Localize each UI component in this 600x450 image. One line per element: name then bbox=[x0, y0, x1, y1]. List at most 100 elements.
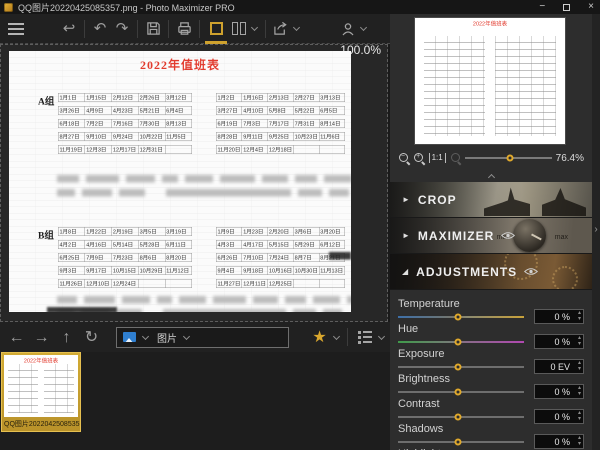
favorite-chevron-icon[interactable] bbox=[332, 332, 341, 340]
maximizer-visibility-eye-icon[interactable] bbox=[501, 227, 516, 245]
date-cell: 12月11日 bbox=[241, 279, 268, 288]
spinner-arrows-icon[interactable]: ▴ ▾ bbox=[578, 410, 581, 422]
actual-size-button[interactable]: 1:1 bbox=[428, 153, 446, 163]
zoom-slider[interactable] bbox=[465, 154, 552, 162]
crop-section-header[interactable]: ► CROP bbox=[390, 182, 592, 218]
redo-button[interactable]: ↷ bbox=[111, 18, 133, 40]
maximizer-collapsed-arrow-icon: ► bbox=[402, 231, 410, 240]
spinner-arrows-icon[interactable]: ▴ ▾ bbox=[578, 310, 581, 322]
adjustment-slider[interactable] bbox=[398, 413, 524, 420]
single-view-button[interactable] bbox=[204, 14, 228, 44]
adjustment-slider-handle[interactable] bbox=[454, 388, 462, 395]
folder-up-button[interactable]: ↑ bbox=[54, 326, 79, 348]
group-a-left-table: 1月1日 1月15日 2月12日 2月26日 3月12日 3月26日 4月9日 4月23日 5月… bbox=[57, 93, 193, 158]
date-cell: 9月3日 bbox=[57, 266, 86, 275]
adjustments-visibility-eye-icon[interactable] bbox=[524, 263, 539, 281]
image-file-icon bbox=[123, 332, 136, 342]
adjustments-section-header[interactable]: ◢ ADJUSTMENTS bbox=[390, 254, 592, 290]
save-button[interactable] bbox=[142, 18, 164, 40]
adjustment-slider-handle[interactable] bbox=[454, 413, 462, 420]
split-view-button[interactable] bbox=[228, 18, 250, 40]
refresh-button[interactable]: ↻ bbox=[79, 326, 104, 348]
adjustment-slider-handle[interactable] bbox=[454, 313, 462, 320]
image-canvas[interactable]: 100.0% 2022年值班表 A组 1月1日 1月15日 2月12日 2月26日 3月… bbox=[0, 44, 388, 322]
date-cell: 5月29日 bbox=[293, 240, 320, 249]
next-image-button[interactable]: → bbox=[29, 326, 54, 348]
undo-button[interactable]: ↶ bbox=[89, 18, 111, 40]
maximize-button[interactable] bbox=[563, 3, 571, 11]
share-button[interactable] bbox=[270, 18, 292, 40]
zoom-slider-handle[interactable] bbox=[506, 154, 514, 162]
back-button[interactable]: ↩ bbox=[58, 18, 80, 40]
date-cell: 6月18日 bbox=[57, 119, 86, 128]
date-cell: 10月22日 bbox=[138, 132, 166, 141]
adjustment-slider[interactable] bbox=[398, 363, 524, 370]
adjustment-value-box[interactable]: 0 % ▴ ▾ bbox=[534, 309, 584, 324]
collapse-preview-chevron-icon[interactable] bbox=[487, 173, 495, 181]
date-cell: 12月3日 bbox=[84, 145, 112, 154]
previous-image-button[interactable]: ← bbox=[4, 326, 29, 348]
menu-icon[interactable] bbox=[8, 22, 24, 35]
zoom-out-icon[interactable]: − bbox=[398, 152, 409, 164]
selected-thumbnail[interactable]: 2022年值班表 QQ图片20220425085357... bbox=[1, 352, 81, 432]
zoom-in-icon[interactable]: + bbox=[413, 152, 424, 164]
single-view-icon bbox=[209, 22, 223, 35]
panel-collapse-chevron-icon[interactable]: › bbox=[594, 224, 597, 235]
adjustment-value-box[interactable]: 0 % ▴ ▾ bbox=[534, 434, 584, 449]
panel-collapse-strip[interactable]: › bbox=[592, 14, 600, 450]
favorite-filter-button[interactable]: ★ bbox=[307, 326, 332, 348]
share-chevron-icon[interactable] bbox=[292, 23, 301, 32]
date-cell: 12月17日 bbox=[111, 145, 139, 154]
date-cell: 8月14日 bbox=[318, 119, 346, 128]
account-button[interactable] bbox=[337, 18, 359, 40]
maximizer-section-header[interactable]: min max ► MAXIMIZER bbox=[390, 218, 592, 254]
split-view-chevron-icon[interactable] bbox=[250, 23, 259, 32]
sort-chevron-icon[interactable] bbox=[377, 332, 386, 340]
adjustment-group: Hue 0 % ▴ ▾ bbox=[398, 323, 584, 349]
sort-list-button[interactable] bbox=[352, 326, 377, 348]
adjustment-slider[interactable] bbox=[398, 438, 524, 445]
date-cell: 10月23日 bbox=[293, 132, 320, 141]
close-button[interactable]: × bbox=[588, 2, 594, 12]
adjustment-value-box[interactable]: 0 % ▴ ▾ bbox=[534, 334, 584, 349]
date-cell: 8月28日 bbox=[215, 132, 243, 141]
schedule-title: 2022年值班表 bbox=[140, 59, 220, 72]
spinner-arrows-icon[interactable]: ▴ ▾ bbox=[578, 385, 581, 397]
adjustment-slider-handle[interactable] bbox=[454, 338, 462, 345]
file-type-filter-dropdown[interactable]: 图片 bbox=[116, 326, 289, 348]
adjustment-slider-handle[interactable] bbox=[454, 438, 462, 445]
date-cell: 4月17日 bbox=[241, 240, 268, 249]
spinner-arrows-icon[interactable]: ▴ ▾ bbox=[578, 360, 581, 372]
adjustment-value-box[interactable]: 0 % ▴ ▾ bbox=[534, 384, 584, 399]
date-cell: 7月3日 bbox=[241, 119, 268, 128]
date-cell: 12月18日 bbox=[267, 145, 294, 154]
date-cell: 6月4日 bbox=[164, 106, 193, 115]
adjustment-value-box[interactable]: 0 EV ▴ ▾ bbox=[534, 359, 584, 374]
crop-label: CROP bbox=[417, 192, 457, 207]
spinner-arrows-icon[interactable]: ▴ ▾ bbox=[578, 435, 581, 447]
zoom-percent-label: 76.4% bbox=[555, 152, 584, 164]
adjustment-value-box[interactable]: 0 % ▴ ▾ bbox=[534, 409, 584, 424]
adjustments-list: Temperature 0 % ▴▾ Hue 0 % ▴▾ Exposure bbox=[390, 292, 592, 450]
date-cell: 7月2日 bbox=[84, 119, 112, 128]
date-cell: 10月29日 bbox=[138, 266, 166, 275]
adjustment-slider[interactable] bbox=[398, 388, 524, 395]
adjustment-slider-handle[interactable] bbox=[454, 363, 462, 370]
spinner-arrows-icon[interactable]: ▴ ▾ bbox=[578, 335, 581, 347]
minimize-button[interactable]: − bbox=[539, 2, 545, 12]
adjustment-slider[interactable] bbox=[398, 338, 524, 345]
date-cell: 11月27日 bbox=[215, 279, 243, 288]
date-cell bbox=[293, 145, 320, 154]
account-chevron-icon[interactable] bbox=[359, 23, 368, 32]
group-b-left-table: 1月8日 1月22日 2月19日 3月5日 3月19日 4月2日 4月16日 5月14日 5月2… bbox=[57, 227, 193, 292]
adjustment-slider[interactable] bbox=[398, 313, 524, 320]
print-button[interactable] bbox=[173, 18, 195, 40]
adjustment-group: Brightness 0 % ▴ ▾ bbox=[398, 373, 584, 399]
redacted-names-row bbox=[57, 296, 351, 304]
filter-chevron-icon bbox=[182, 332, 191, 340]
date-cell: 9月24日 bbox=[111, 132, 139, 141]
list-icon bbox=[357, 330, 372, 344]
date-cell: 3月6日 bbox=[293, 227, 320, 236]
magnifier-icon[interactable] bbox=[450, 152, 461, 164]
navigator-preview[interactable]: 2022年值班表 bbox=[415, 18, 565, 144]
